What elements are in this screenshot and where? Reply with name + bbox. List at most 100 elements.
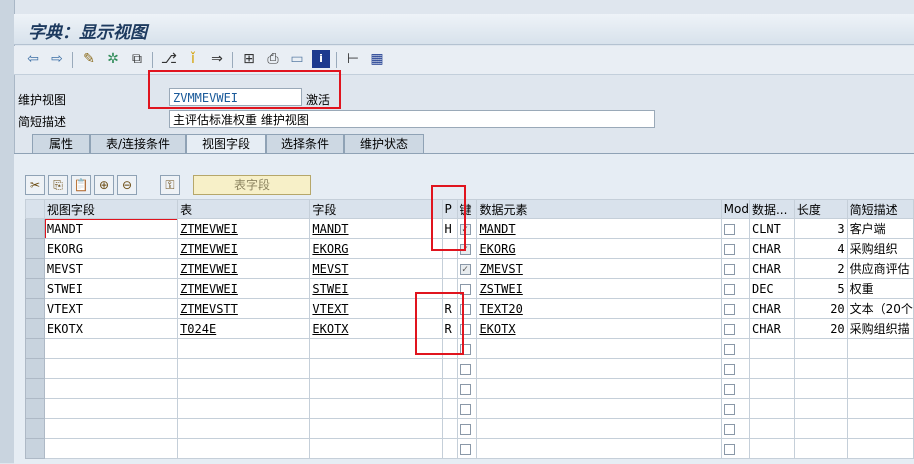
empty-cell[interactable] <box>720 398 750 419</box>
back-arrow-icon[interactable]: ⇦ <box>24 50 42 68</box>
tree-icon[interactable]: ⊢ <box>344 50 362 68</box>
row-selector[interactable] <box>25 418 45 439</box>
key-checkbox[interactable] <box>459 383 471 395</box>
cut-icon[interactable]: ✂ <box>25 175 45 195</box>
copy-icon[interactable]: ⎘ <box>48 175 68 195</box>
empty-cell[interactable] <box>793 378 848 399</box>
empty-cell[interactable] <box>43 418 179 439</box>
empty-cell[interactable] <box>748 418 795 439</box>
empty-cell[interactable] <box>476 358 722 379</box>
empty-cell[interactable] <box>43 378 179 399</box>
empty-cell[interactable] <box>441 358 458 379</box>
empty-cell[interactable] <box>748 338 795 359</box>
key-cell[interactable]: ✓ <box>456 258 478 279</box>
mod-checkbox[interactable] <box>723 403 735 415</box>
row-selector[interactable] <box>25 438 45 459</box>
empty-cell[interactable] <box>793 398 848 419</box>
view-field-cell[interactable]: MANDT <box>43 218 179 239</box>
column-header[interactable]: 数据元素 <box>476 199 722 219</box>
mod-checkbox[interactable] <box>723 383 735 395</box>
data-element-cell[interactable]: EKOTX <box>476 318 722 339</box>
mod-checkbox[interactable] <box>723 243 735 255</box>
empty-cell[interactable] <box>456 358 478 379</box>
view-field-cell[interactable]: MEVST <box>43 258 179 279</box>
row-selector[interactable] <box>25 338 45 359</box>
row-selector[interactable] <box>25 358 45 379</box>
mod-cell[interactable] <box>720 238 750 259</box>
empty-cell[interactable] <box>793 418 848 439</box>
empty-cell[interactable] <box>456 438 478 459</box>
empty-table-row[interactable] <box>25 418 914 439</box>
empty-cell[interactable] <box>309 378 443 399</box>
table-row[interactable]: EKOTX T024E EKOTX R EKOTX CHAR 20 采购组织描 <box>25 318 914 339</box>
mod-checkbox[interactable] <box>723 423 735 435</box>
row-selector[interactable] <box>25 298 45 319</box>
empty-cell[interactable] <box>793 438 848 459</box>
empty-cell[interactable] <box>748 398 795 419</box>
row-selector-header[interactable] <box>25 199 45 219</box>
table-cell[interactable]: ZTMEVSTT <box>177 298 311 319</box>
mod-cell[interactable] <box>720 298 750 319</box>
key-checkbox[interactable] <box>459 443 471 455</box>
key-checkbox[interactable] <box>459 423 471 435</box>
table-row[interactable]: EKORG ZTMEVWEI EKORG ✓ EKORG CHAR 4 采购组织 <box>25 238 914 259</box>
forward-arrow-icon[interactable]: ⇨ <box>48 50 66 68</box>
empty-cell[interactable] <box>476 338 722 359</box>
mod-cell[interactable] <box>720 318 750 339</box>
empty-cell[interactable] <box>43 358 179 379</box>
table-cell[interactable]: ZTMEVWEI <box>177 258 311 279</box>
empty-cell[interactable] <box>748 358 795 379</box>
table-cell[interactable]: ZTMEVWEI <box>177 278 311 299</box>
empty-cell[interactable] <box>309 398 443 419</box>
data-element-cell[interactable]: TEXT20 <box>476 298 722 319</box>
display-change-icon[interactable]: ✲ <box>104 50 122 68</box>
info-box-icon[interactable]: i <box>312 50 330 68</box>
mod-checkbox[interactable] <box>723 303 735 315</box>
empty-cell[interactable] <box>177 418 311 439</box>
data-element-cell[interactable]: ZSTWEI <box>476 278 722 299</box>
mod-checkbox[interactable] <box>723 223 735 235</box>
where-used-icon[interactable]: ⎇ <box>160 50 178 68</box>
row-selector[interactable] <box>25 218 45 239</box>
empty-cell[interactable] <box>177 378 311 399</box>
empty-cell[interactable] <box>456 398 478 419</box>
empty-cell[interactable] <box>177 338 311 359</box>
insert-row-icon[interactable]: ⊕ <box>94 175 114 195</box>
empty-cell[interactable] <box>720 358 750 379</box>
column-header[interactable]: Mod <box>720 199 750 219</box>
empty-cell[interactable] <box>720 418 750 439</box>
empty-cell[interactable] <box>476 398 722 419</box>
empty-cell[interactable] <box>720 438 750 459</box>
empty-table-row[interactable] <box>25 398 914 419</box>
data-element-cell[interactable]: EKORG <box>476 238 722 259</box>
empty-table-row[interactable] <box>25 338 914 359</box>
data-element-cell[interactable]: MANDT <box>476 218 722 239</box>
empty-cell[interactable] <box>43 398 179 419</box>
row-selector[interactable] <box>25 238 45 259</box>
mod-checkbox[interactable] <box>723 443 735 455</box>
empty-cell[interactable] <box>177 398 311 419</box>
empty-cell[interactable] <box>309 418 443 439</box>
key-checkbox[interactable] <box>459 363 471 375</box>
tab-maintenance-status[interactable]: 维护状态 <box>344 134 424 153</box>
mod-cell[interactable] <box>720 258 750 279</box>
empty-cell[interactable] <box>43 438 179 459</box>
column-header[interactable]: 简短描述 <box>846 199 914 219</box>
empty-table-row[interactable] <box>25 378 914 399</box>
column-header[interactable]: 字段 <box>309 199 443 219</box>
view-field-cell[interactable]: VTEXT <box>43 298 179 319</box>
table-cell[interactable]: T024E <box>177 318 311 339</box>
table-row[interactable]: VTEXT ZTMEVSTT VTEXT R TEXT20 CHAR 20 文本（20个 <box>25 298 914 319</box>
mod-checkbox[interactable] <box>723 343 735 355</box>
delete-row-icon[interactable]: ⊖ <box>117 175 137 195</box>
navigate-icon[interactable]: ⇒ <box>208 50 226 68</box>
empty-cell[interactable] <box>476 378 722 399</box>
row-selector[interactable] <box>25 398 45 419</box>
mod-checkbox[interactable] <box>723 263 735 275</box>
field-cell[interactable]: MEVST <box>309 258 443 279</box>
empty-cell[interactable] <box>846 418 914 439</box>
empty-cell[interactable] <box>846 398 914 419</box>
table-cell[interactable]: ZTMEVWEI <box>177 238 311 259</box>
tab-selection-conditions[interactable]: 选择条件 <box>266 134 344 153</box>
field-cell[interactable]: EKORG <box>309 238 443 259</box>
